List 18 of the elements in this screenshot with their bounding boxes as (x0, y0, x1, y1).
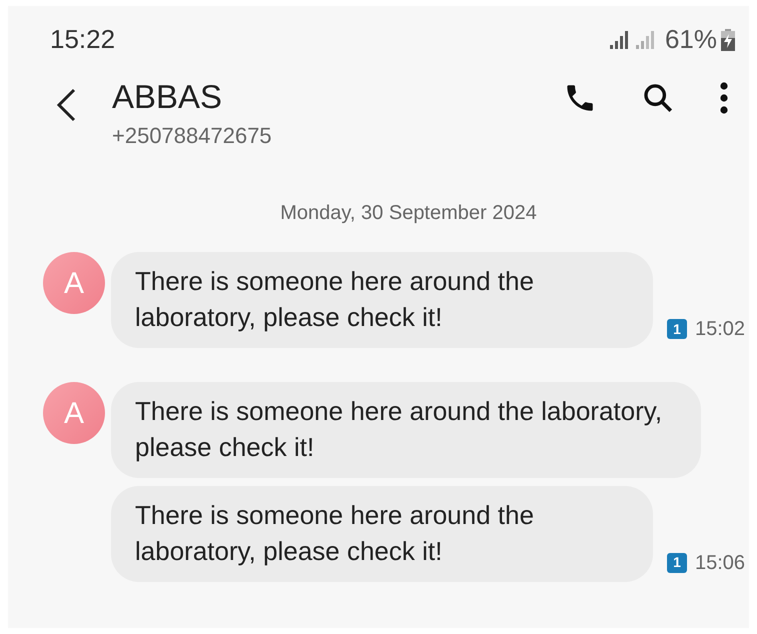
clock-time: 15:22 (50, 23, 116, 56)
signal-icon (608, 30, 631, 50)
more-options-button[interactable] (719, 81, 729, 115)
phone-number: +250788472675 (112, 122, 273, 150)
contact-name: ABBAS (112, 79, 224, 116)
message-bubble: There is someone here around the laboratory, please check it! (111, 252, 653, 348)
message-bubble: There is someone here around the laboratory, please check it! (111, 382, 701, 478)
message-bubble: There is someone here around the laboratory, please check it! (111, 486, 653, 582)
sim-badge: 1 (667, 319, 687, 340)
contact-avatar: A (43, 382, 105, 444)
message-time: 15:06 (695, 550, 746, 576)
date-separator: Monday, 30 September 2024 (279, 201, 538, 226)
battery-charging-icon (721, 28, 735, 50)
battery-level: 61% (664, 23, 717, 56)
signal-icon (634, 30, 657, 50)
sim-badge: 1 (667, 552, 687, 573)
contact-avatar: A (43, 252, 105, 314)
message-time: 15:02 (695, 317, 746, 342)
